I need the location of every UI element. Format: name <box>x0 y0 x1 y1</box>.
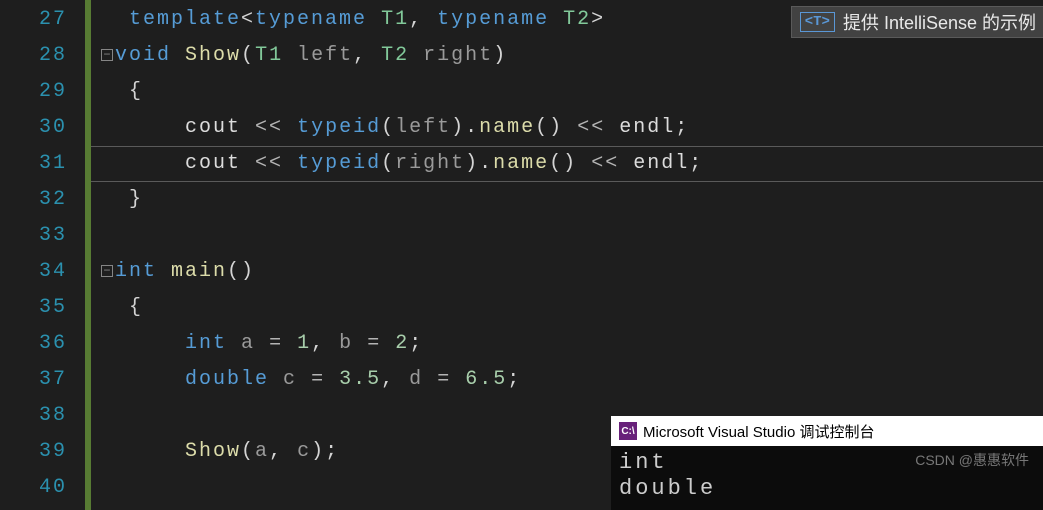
fold-toggle-icon[interactable]: − <box>101 49 113 61</box>
template-icon: <T> <box>800 12 835 32</box>
code-line[interactable] <box>91 218 1043 254</box>
line-number-gutter: 27 28 29 30 31 32 33 34 35 36 37 38 39 4… <box>0 0 85 510</box>
code-line[interactable]: { <box>91 74 1043 110</box>
line-number: 33 <box>0 218 67 254</box>
code-line[interactable]: −void Show(T1 left, T2 right) <box>91 38 1043 74</box>
intellisense-tooltip: <T> 提供 IntelliSense 的示例 <box>791 6 1043 38</box>
fold-toggle-icon[interactable]: − <box>101 265 113 277</box>
line-number: 30 <box>0 110 67 146</box>
console-app-icon: C:\ <box>619 422 637 440</box>
line-number: 38 <box>0 398 67 434</box>
console-line: double <box>619 476 1035 502</box>
code-line[interactable]: int a = 1, b = 2; <box>91 326 1043 362</box>
watermark-text: CSDN @惠惠软件 <box>915 450 1029 470</box>
line-number: 31 <box>0 146 67 182</box>
tooltip-text: 提供 IntelliSense 的示例 <box>843 9 1036 35</box>
line-number: 40 <box>0 470 67 506</box>
code-line[interactable]: { <box>91 290 1043 326</box>
code-line[interactable]: −int main() <box>91 254 1043 290</box>
code-line[interactable]: double c = 3.5, d = 6.5; <box>91 362 1043 398</box>
line-number: 36 <box>0 326 67 362</box>
line-number: 27 <box>0 2 67 38</box>
line-number: 32 <box>0 182 67 218</box>
console-titlebar[interactable]: C:\ Microsoft Visual Studio 调试控制台 <box>611 416 1043 446</box>
code-line[interactable]: } <box>91 182 1043 218</box>
line-number: 35 <box>0 290 67 326</box>
line-number: 39 <box>0 434 67 470</box>
line-number: 28 <box>0 38 67 74</box>
code-line-current[interactable]: cout << typeid(right).name() << endl; <box>91 146 1043 182</box>
line-number: 29 <box>0 74 67 110</box>
console-title: Microsoft Visual Studio 调试控制台 <box>643 421 874 442</box>
line-number: 37 <box>0 362 67 398</box>
code-line[interactable]: cout << typeid(left).name() << endl; <box>91 110 1043 146</box>
line-number: 34 <box>0 254 67 290</box>
